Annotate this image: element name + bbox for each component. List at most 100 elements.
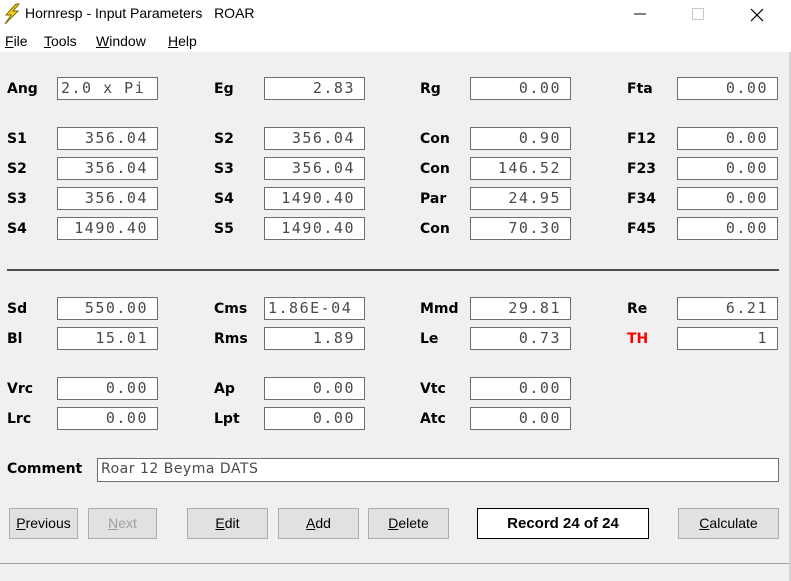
- previous-button[interactable]: Previous: [9, 508, 78, 539]
- field-f34[interactable]: 0.00: [677, 187, 778, 210]
- label-mmd: Mmd: [420, 301, 459, 317]
- menu-help[interactable]: Help: [168, 33, 197, 49]
- delete-label: elete: [398, 515, 429, 531]
- maximize-icon: [692, 8, 704, 20]
- field-re[interactable]: 6.21: [677, 297, 778, 320]
- close-button[interactable]: [733, 0, 779, 28]
- field-s3-row3[interactable]: 356.04: [57, 187, 158, 210]
- menu-file-label: ile: [13, 33, 28, 49]
- field-s2[interactable]: 356.04: [264, 127, 365, 150]
- calculate-label: alculate: [709, 515, 758, 531]
- label-s3-row3: S3: [7, 191, 27, 207]
- next-button[interactable]: Next: [88, 508, 157, 539]
- label-s2-row2: S2: [7, 161, 27, 177]
- calculate-accel: C: [699, 515, 710, 531]
- field-mmd[interactable]: 29.81: [470, 297, 571, 320]
- field-rg[interactable]: 0.00: [470, 77, 571, 100]
- label-cms: Cms: [214, 301, 248, 317]
- next-label: ext: [118, 515, 137, 531]
- field-th[interactable]: 1: [677, 327, 778, 350]
- field-rms[interactable]: 1.89: [264, 327, 365, 350]
- lightning-icon: [2, 3, 22, 25]
- add-label: dd: [315, 515, 331, 531]
- label-lrc: Lrc: [7, 411, 32, 427]
- label-vrc: Vrc: [7, 381, 34, 397]
- close-icon: [750, 8, 764, 22]
- edit-label: dit: [224, 515, 240, 531]
- label-par: Par: [420, 191, 447, 207]
- field-con-3[interactable]: 70.30: [470, 217, 571, 240]
- label-lpt: Lpt: [214, 411, 240, 427]
- menu-tools-accel: T: [44, 33, 51, 49]
- field-ap[interactable]: 0.00: [264, 377, 365, 400]
- add-button[interactable]: Add: [278, 508, 359, 539]
- menu-file-accel: F: [5, 33, 14, 49]
- next-accel: N: [108, 515, 119, 531]
- label-ap: Ap: [214, 381, 235, 397]
- field-le[interactable]: 0.73: [470, 327, 571, 350]
- menu-file[interactable]: File: [5, 33, 28, 49]
- label-fta: Fta: [627, 81, 653, 97]
- field-par[interactable]: 24.95: [470, 187, 571, 210]
- field-s4-row4[interactable]: 1490.40: [57, 217, 158, 240]
- previous-label: revious: [25, 515, 71, 531]
- delete-button[interactable]: Delete: [368, 508, 449, 539]
- label-eg: Eg: [214, 81, 234, 97]
- field-lpt[interactable]: 0.00: [264, 407, 365, 430]
- label-s4-row4: S4: [7, 221, 27, 237]
- label-th[interactable]: TH: [627, 331, 648, 347]
- field-con-1[interactable]: 0.90: [470, 127, 571, 150]
- label-rg: Rg: [420, 81, 441, 97]
- label-sd: Sd: [7, 301, 28, 317]
- field-s1[interactable]: 356.04: [57, 127, 158, 150]
- field-s3[interactable]: 356.04: [264, 157, 365, 180]
- delete-accel: D: [388, 515, 399, 531]
- label-con-1: Con: [420, 131, 450, 147]
- field-eg[interactable]: 2.83: [264, 77, 365, 100]
- field-bl[interactable]: 15.01: [57, 327, 158, 350]
- field-s5[interactable]: 1490.40: [264, 217, 365, 240]
- label-comment: Comment: [7, 461, 83, 477]
- menu-window-label: indow: [109, 33, 146, 49]
- field-f45[interactable]: 0.00: [677, 217, 778, 240]
- menu-tools[interactable]: Tools: [44, 33, 77, 49]
- menu-window-accel: W: [96, 33, 110, 49]
- previous-accel: P: [16, 515, 26, 531]
- label-f23: F23: [627, 161, 657, 177]
- field-lrc[interactable]: 0.00: [57, 407, 158, 430]
- status-bar: [0, 563, 789, 581]
- menu-tools-label: ools: [51, 33, 77, 49]
- field-f12[interactable]: 0.00: [677, 127, 778, 150]
- field-atc[interactable]: 0.00: [470, 407, 571, 430]
- label-rms: Rms: [214, 331, 248, 347]
- label-con-2: Con: [420, 161, 450, 177]
- calculate-button[interactable]: Calculate: [678, 508, 779, 539]
- label-re: Re: [627, 301, 648, 317]
- field-vtc[interactable]: 0.00: [470, 377, 571, 400]
- menu-bar: File Tools Window Help: [0, 30, 791, 52]
- window-title: Hornresp - Input Parameters ROAR: [25, 5, 255, 21]
- field-cms[interactable]: 1.86E-04: [264, 297, 365, 320]
- field-fta[interactable]: 0.00: [677, 77, 778, 100]
- maximize-button[interactable]: [675, 0, 721, 28]
- field-f23[interactable]: 0.00: [677, 157, 778, 180]
- label-f12: F12: [627, 131, 657, 147]
- field-sd[interactable]: 550.00: [57, 297, 158, 320]
- label-atc: Atc: [420, 411, 446, 427]
- menu-window[interactable]: Window: [96, 33, 146, 49]
- edit-accel: E: [215, 515, 225, 531]
- field-ang[interactable]: 2.0 x Pi: [57, 77, 158, 100]
- label-bl: Bl: [7, 331, 23, 347]
- field-s2-row2[interactable]: 356.04: [57, 157, 158, 180]
- minimize-button[interactable]: [617, 0, 663, 28]
- field-con-2[interactable]: 146.52: [470, 157, 571, 180]
- label-con-3: Con: [420, 221, 450, 237]
- field-vrc[interactable]: 0.00: [57, 377, 158, 400]
- minimize-icon: [634, 13, 646, 15]
- field-s4[interactable]: 1490.40: [264, 187, 365, 210]
- menu-help-label: elp: [178, 33, 197, 49]
- label-s3: S3: [214, 161, 234, 177]
- label-vtc: Vtc: [420, 381, 446, 397]
- edit-button[interactable]: Edit: [187, 508, 268, 539]
- comment-field[interactable]: Roar 12 Beyma DATS: [97, 458, 779, 482]
